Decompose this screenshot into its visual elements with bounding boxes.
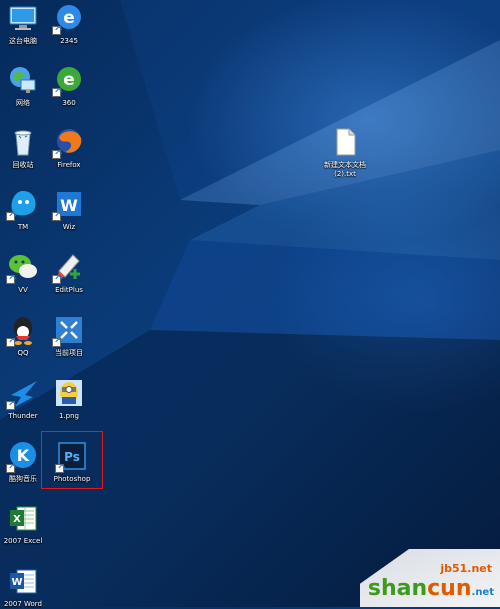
shortcut-arrow-icon xyxy=(6,275,15,284)
desktop-icon-kugou[interactable]: K 酷狗音乐 xyxy=(0,440,46,484)
text-file-icon xyxy=(329,126,361,158)
svg-text:e: e xyxy=(63,70,75,90)
wiz-icon: W xyxy=(52,188,85,221)
shortcut-arrow-icon xyxy=(6,338,15,347)
desktop-icon-word[interactable]: W 2007 Word xyxy=(0,565,46,609)
desktop-icon-1-png[interactable]: 1.png xyxy=(46,377,92,421)
word-icon: W xyxy=(7,565,39,597)
svg-text:e: e xyxy=(63,8,75,28)
shortcut-arrow-icon xyxy=(6,464,15,473)
editplus-icon xyxy=(52,251,85,284)
svg-text:W: W xyxy=(11,577,22,588)
recycle-bin-icon xyxy=(7,126,39,158)
browser-360-icon: e xyxy=(52,64,85,97)
qq-icon xyxy=(6,314,39,347)
project-icon xyxy=(52,314,85,347)
desktop-icon-thunder[interactable]: Thunder xyxy=(0,377,46,421)
watermark-site: jb51.net xyxy=(440,562,492,575)
desktop-icon-excel[interactable]: X 2007 Excel xyxy=(0,502,46,546)
desktop-icon-network[interactable]: 网络 xyxy=(0,64,46,108)
shortcut-arrow-icon xyxy=(52,275,61,284)
shortcut-arrow-icon xyxy=(52,88,61,97)
shortcut-arrow-icon xyxy=(52,338,61,347)
desktop-icon-2345[interactable]: e 2345 xyxy=(46,2,92,46)
desktop-icon-text-file[interactable]: 新建文本文档 (2).txt xyxy=(322,126,368,179)
excel-icon: X xyxy=(7,502,39,534)
svg-text:W: W xyxy=(60,196,78,215)
network-icon xyxy=(7,64,39,96)
desktop-icon-wiz[interactable]: W Wiz xyxy=(46,188,92,232)
wechat-icon xyxy=(6,251,39,284)
kugou-icon: K xyxy=(6,440,39,473)
shortcut-arrow-icon xyxy=(52,150,61,159)
desktop-icon-vv[interactable]: VV xyxy=(0,251,46,295)
desktop-icon-editplus[interactable]: EditPlus xyxy=(46,251,92,295)
desktop-icon-360[interactable]: e 360 xyxy=(46,64,92,108)
png-image-icon xyxy=(53,377,85,409)
tm-icon xyxy=(6,188,39,221)
desktop-icon-project[interactable]: 当前项目 xyxy=(46,314,92,358)
shortcut-arrow-icon xyxy=(6,401,15,410)
watermark: jb51.net shancun.net xyxy=(360,549,500,607)
desktop-icon-firefox[interactable]: Firefox xyxy=(46,126,92,170)
desktop-icon-recycle-bin[interactable]: 回收站 xyxy=(0,126,46,170)
desktop-icon-tm[interactable]: TM xyxy=(0,188,46,232)
desktop-icon-qq[interactable]: QQ xyxy=(0,314,46,358)
shortcut-arrow-icon xyxy=(52,26,61,35)
thunder-icon xyxy=(6,377,39,410)
watermark-brand: shancun.net xyxy=(367,576,494,601)
svg-text:K: K xyxy=(17,446,30,465)
this-pc-icon xyxy=(7,2,39,34)
shortcut-arrow-icon xyxy=(52,212,61,221)
selection-highlight xyxy=(41,431,103,489)
firefox-icon xyxy=(52,126,85,159)
browser-2345-icon: e xyxy=(52,2,85,35)
svg-text:X: X xyxy=(13,514,21,525)
shortcut-arrow-icon xyxy=(6,212,15,221)
desktop-icon-this-pc[interactable]: 这台电脑 xyxy=(0,2,46,46)
